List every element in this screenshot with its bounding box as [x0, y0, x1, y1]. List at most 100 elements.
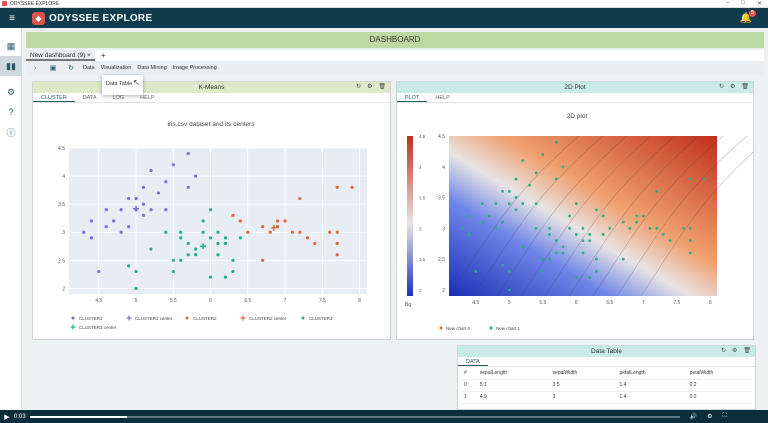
close-icon[interactable]: ✕: [757, 0, 762, 7]
legend-label[interactable]: CLUSTER3 center: [79, 325, 117, 330]
tab-data[interactable]: DATA: [75, 93, 105, 102]
save-icon[interactable]: ▣: [44, 64, 62, 72]
column-header[interactable]: petalWidth: [687, 367, 752, 380]
gear-icon[interactable]: ⚙: [367, 83, 372, 90]
maximize-icon[interactable]: □: [741, 0, 745, 7]
trash-icon[interactable]: 🗑: [743, 347, 751, 354]
table-row[interactable]: 0 5.1 3.5 1.4 0.2: [462, 379, 752, 392]
table-header-row: # sepalLength sepalWidth petalLength pet…: [462, 367, 752, 380]
panel-header: 2D Plot ↻ ⚙ 🗑: [397, 82, 753, 93]
tab-help[interactable]: HELP: [427, 93, 457, 102]
scatter-point: [335, 241, 339, 246]
scatter-point: [134, 269, 138, 274]
legend-label[interactable]: CLUSTER2 center: [249, 316, 287, 321]
trash-icon[interactable]: 🗑: [378, 83, 386, 90]
dashboard-tabs: New dashboard (9) × +: [26, 50, 764, 61]
column-header[interactable]: petalLength: [617, 367, 688, 380]
table-cell: 3.5: [550, 379, 618, 392]
menu-data[interactable]: Data: [80, 65, 98, 71]
scatter-point: [501, 189, 504, 193]
trash-icon[interactable]: 🗑: [741, 83, 749, 90]
legend-label[interactable]: CLUSTER2: [193, 316, 217, 321]
volume-icon[interactable]: 🔊: [690, 413, 697, 420]
scatter-point: [208, 275, 213, 279]
scatter-point: [335, 253, 339, 257]
panel-tabs: CLUSTER DATA LOG HELP: [33, 93, 390, 103]
x-tick-label: 6: [209, 298, 212, 304]
brand-logo-icon: ◆: [32, 11, 45, 25]
scatter-point: [541, 257, 545, 261]
x-tick-label: 5: [508, 300, 511, 306]
panel-title: 2D Plot: [564, 84, 586, 91]
scatter-point: [521, 245, 525, 249]
legend-label[interactable]: New chart 1: [496, 326, 521, 331]
scatter-point: [581, 239, 585, 243]
menu-visualization[interactable]: Visualization: [98, 65, 135, 71]
scatter-point: [574, 276, 578, 279]
scatter-point: [179, 230, 183, 234]
scatter-point: [507, 189, 511, 193]
legend-label[interactable]: CLUSTER3: [309, 316, 333, 321]
scatter-point: [588, 276, 592, 279]
window-titlebar: ODYSSEE EXPLORE – □ ✕: [0, 0, 768, 8]
column-header[interactable]: #: [462, 367, 478, 380]
tab-cluster[interactable]: CLUSTER: [33, 93, 75, 102]
refresh-icon[interactable]: ↻: [719, 83, 724, 90]
gear-icon[interactable]: ⚙: [0, 82, 22, 102]
scatter-point: [171, 258, 175, 262]
scatter-point: [89, 236, 93, 240]
bar-chart-icon[interactable]: ▮▮: [0, 56, 22, 76]
scatter-point: [283, 219, 287, 223]
x-tick-label: 6: [575, 300, 578, 306]
y-tick-label: 2.5: [58, 258, 65, 264]
tab-close-icon[interactable]: ×: [87, 52, 91, 59]
menu-image-processing[interactable]: Image Processing: [170, 65, 220, 71]
menu-data-mining[interactable]: Data Mining: [134, 65, 169, 71]
hamburger-icon[interactable]: ≡: [0, 13, 24, 24]
data-table: # sepalLength sepalWidth petalLength pet…: [462, 367, 752, 404]
data-table-panel: Data Table ↻ ⚙ 🗑 DATA # sepalLength sepa…: [457, 345, 756, 410]
play-icon[interactable]: ▶: [0, 413, 14, 421]
gear-icon[interactable]: ⚙: [732, 347, 737, 354]
tab-plot[interactable]: PLOT: [397, 93, 428, 102]
scatter-point: [335, 230, 339, 234]
gear-icon[interactable]: ⚙: [707, 413, 712, 420]
tab-data[interactable]: DATA: [458, 357, 488, 366]
column-header[interactable]: sepalLength: [477, 367, 551, 380]
y-tick-label: 4: [442, 165, 445, 171]
info-icon[interactable]: ⓘ: [0, 122, 22, 142]
bell-icon[interactable]: 🔔 5: [740, 9, 756, 24]
add-tab-button[interactable]: +: [101, 51, 106, 60]
scatter-point: [467, 233, 471, 236]
colorbar: [407, 136, 413, 296]
video-progress-fill: [29, 415, 128, 418]
scatter-point: [186, 152, 190, 156]
panel-title: K-Means: [198, 84, 225, 91]
gear-icon[interactable]: ⚙: [730, 83, 735, 90]
tab-new-dashboard[interactable]: New dashboard (9) ×: [26, 50, 95, 61]
table-cell: 0: [462, 379, 478, 392]
refresh-icon[interactable]: ↻: [62, 64, 80, 72]
refresh-icon[interactable]: ↻: [356, 83, 361, 90]
menu-item-data-table[interactable]: Data Table: [106, 81, 132, 87]
scatter-point: [164, 208, 168, 212]
fullscreen-icon[interactable]: ⛶: [723, 413, 727, 420]
minimize-icon[interactable]: –: [726, 0, 729, 7]
legend-label[interactable]: CLUSTER1: [79, 316, 103, 321]
legend-label[interactable]: CLUSTER1 center: [135, 316, 173, 321]
scatter-point: [186, 253, 190, 257]
scatter-point: [521, 202, 525, 206]
scatter-point: [554, 140, 558, 144]
refresh-icon[interactable]: ↻: [721, 347, 726, 354]
table-row[interactable]: 1 4.9 3 1.4 0.2: [462, 391, 752, 404]
column-header[interactable]: sepalWidth: [550, 367, 618, 380]
chevron-right-icon[interactable]: ›: [26, 65, 44, 72]
dashboard-icon[interactable]: ▦: [0, 36, 22, 56]
video-progress-bar[interactable]: [29, 415, 680, 418]
scatter-point: [554, 251, 558, 255]
scatter-point: [534, 226, 538, 230]
scatter-point: [688, 251, 692, 255]
scatter-point: [223, 236, 228, 240]
question-icon[interactable]: ?: [0, 102, 22, 122]
legend-label[interactable]: New chart 0: [446, 326, 471, 331]
